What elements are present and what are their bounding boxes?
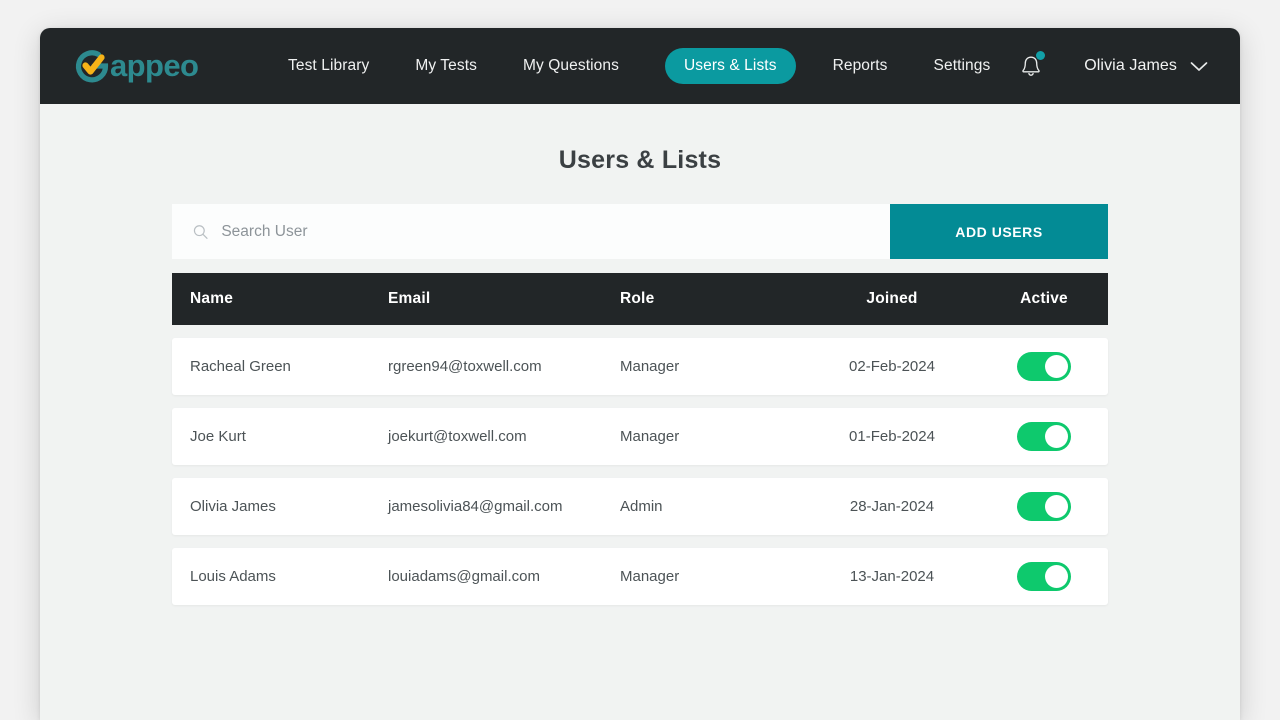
- active-toggle[interactable]: [1017, 422, 1071, 451]
- toggle-knob: [1045, 495, 1068, 518]
- nav-item-test-library[interactable]: Test Library: [288, 48, 369, 84]
- user-name-label: Olivia James: [1084, 57, 1177, 75]
- search-icon: [193, 224, 208, 240]
- table-header-row: Name Email Role Joined Active: [172, 273, 1108, 325]
- cell-email: joekurt@toxwell.com: [388, 428, 620, 445]
- cell-email: jamesolivia84@gmail.com: [388, 498, 620, 515]
- cell-active: [980, 492, 1108, 521]
- column-header-email: Email: [388, 290, 620, 308]
- search-row: ADD USERS: [172, 204, 1108, 259]
- search-input[interactable]: [221, 204, 890, 259]
- cell-name: Olivia James: [172, 498, 388, 515]
- cell-joined: 01-Feb-2024: [804, 428, 980, 445]
- search-box[interactable]: [172, 204, 890, 259]
- notification-dot: [1036, 51, 1045, 60]
- table-row[interactable]: Racheal Green rgreen94@toxwell.com Manag…: [172, 338, 1108, 395]
- toggle-knob: [1045, 565, 1068, 588]
- nav-item-my-tests[interactable]: My Tests: [415, 48, 477, 84]
- column-header-active: Active: [980, 290, 1108, 308]
- nav-item-my-questions[interactable]: My Questions: [523, 48, 619, 84]
- add-users-button[interactable]: ADD USERS: [890, 204, 1108, 259]
- table-row[interactable]: Joe Kurt joekurt@toxwell.com Manager 01-…: [172, 408, 1108, 465]
- page-title: Users & Lists: [40, 146, 1240, 175]
- nav-item-users-lists[interactable]: Users & Lists: [665, 48, 796, 84]
- cell-role: Manager: [620, 428, 804, 445]
- column-header-joined: Joined: [804, 290, 980, 308]
- nav-item-settings[interactable]: Settings: [934, 48, 991, 84]
- cell-role: Manager: [620, 568, 804, 585]
- gappeo-logo[interactable]: appeo: [70, 43, 210, 89]
- svg-text:appeo: appeo: [110, 48, 198, 83]
- main-content: Users & Lists ADD USERS Name Email Role: [40, 104, 1240, 720]
- cell-joined: 13-Jan-2024: [804, 568, 980, 585]
- cell-email: louiadams@gmail.com: [388, 568, 620, 585]
- active-toggle[interactable]: [1017, 562, 1071, 591]
- cell-name: Joe Kurt: [172, 428, 388, 445]
- cell-active: [980, 422, 1108, 451]
- table-row[interactable]: Olivia James jamesolivia84@gmail.com Adm…: [172, 478, 1108, 535]
- nav-item-reports[interactable]: Reports: [833, 48, 888, 84]
- nav-links: Test Library My Tests My Questions Users…: [288, 48, 1016, 84]
- cell-joined: 28-Jan-2024: [804, 498, 980, 515]
- notifications-button[interactable]: [1016, 51, 1046, 81]
- cell-joined: 02-Feb-2024: [804, 358, 980, 375]
- toggle-knob: [1045, 425, 1068, 448]
- column-header-name: Name: [172, 290, 388, 308]
- chevron-down-icon: [1190, 61, 1208, 72]
- cell-email: rgreen94@toxwell.com: [388, 358, 620, 375]
- gappeo-logo-icon: appeo: [70, 45, 202, 87]
- active-toggle[interactable]: [1017, 492, 1071, 521]
- user-menu[interactable]: Olivia James: [1084, 57, 1208, 75]
- cell-active: [980, 352, 1108, 381]
- cell-name: Louis Adams: [172, 568, 388, 585]
- cell-role: Admin: [620, 498, 804, 515]
- active-toggle[interactable]: [1017, 352, 1071, 381]
- users-panel: ADD USERS Name Email Role Joined Active …: [172, 204, 1108, 605]
- cell-role: Manager: [620, 358, 804, 375]
- top-navigation-bar: appeo Test Library My Tests My Questions…: [40, 28, 1240, 104]
- toggle-knob: [1045, 355, 1068, 378]
- table-row[interactable]: Louis Adams louiadams@gmail.com Manager …: [172, 548, 1108, 605]
- cell-active: [980, 562, 1108, 591]
- app-window: appeo Test Library My Tests My Questions…: [40, 28, 1240, 720]
- topbar-right: Olivia James: [1016, 51, 1208, 81]
- column-header-role: Role: [620, 290, 804, 308]
- cell-name: Racheal Green: [172, 358, 388, 375]
